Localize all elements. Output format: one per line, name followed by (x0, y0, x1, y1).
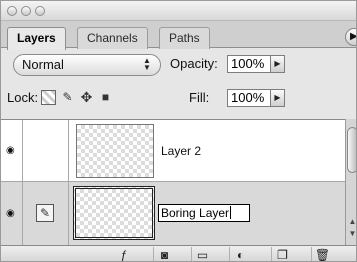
layer-name-input[interactable]: Boring Layer (158, 204, 250, 222)
lock-transparent-pixels-icon[interactable] (41, 90, 56, 105)
layers-list: ◉ Layer 2 ◉ ✎ Boring Layer (1, 119, 345, 246)
layer-mask-icon[interactable]: ◙ (153, 247, 175, 261)
new-layer-icon[interactable]: ❐ (271, 247, 293, 261)
scrollbar-thumb[interactable] (347, 127, 356, 173)
minimize-window-button[interactable] (21, 6, 31, 16)
panel-tabs: Layers Channels Paths ▶ (1, 21, 356, 50)
link-cell[interactable] (23, 120, 69, 181)
tab-paths[interactable]: Paths (159, 27, 210, 49)
opacity-slider-button[interactable]: ▶ (271, 55, 285, 73)
close-window-button[interactable] (7, 6, 17, 16)
lock-image-pixels-icon[interactable]: ✎ (60, 90, 75, 105)
select-arrows-icon: ▲ ▼ (143, 56, 151, 72)
layer-style-icon[interactable]: ƒ (113, 247, 135, 261)
layers-panel-window: Layers Channels Paths ▶ Normal ▲ ▼ Opacit… (0, 0, 357, 262)
layer-name-value: Boring Layer (161, 206, 230, 220)
blend-mode-value: Normal (22, 57, 64, 72)
layers-toolbar: ƒ ◙ ▭ ◐ ❐ 🗑 (1, 245, 356, 261)
layer-thumbnail[interactable] (73, 186, 155, 240)
lock-all-icon[interactable]: ■ (98, 90, 113, 105)
vertical-scrollbar[interactable]: ▲ ▼ (345, 119, 356, 245)
layer-thumbnail[interactable] (76, 124, 154, 178)
tab-channels[interactable]: Channels (77, 27, 148, 49)
blend-mode-select[interactable]: Normal ▲ ▼ (13, 54, 161, 76)
fill-slider-button[interactable]: ▶ (271, 89, 285, 107)
eye-icon: ◉ (6, 145, 15, 156)
scroll-up-icon[interactable]: ▲ (347, 217, 356, 227)
visibility-toggle[interactable]: ◉ (1, 182, 23, 245)
scroll-down-icon[interactable]: ▼ (347, 229, 356, 239)
title-bar (1, 1, 356, 21)
layer-name[interactable]: Layer 2 (161, 144, 201, 158)
tab-layers[interactable]: Layers (7, 27, 66, 50)
link-cell[interactable]: ✎ (23, 182, 69, 245)
text-caret (230, 206, 232, 219)
adjustment-layer-icon[interactable]: ◐ (229, 247, 251, 261)
layer-row[interactable]: ◉ Layer 2 (1, 120, 345, 182)
opacity-label: Opacity: (170, 56, 218, 71)
fill-label: Fill: (189, 90, 210, 105)
eye-icon: ◉ (6, 208, 15, 219)
zoom-window-button[interactable] (35, 6, 45, 16)
opacity-input[interactable]: 100% (227, 55, 271, 73)
panel-menu-button[interactable]: ▶ (345, 28, 356, 46)
lock-position-icon[interactable]: ✥ (79, 90, 94, 105)
paintbrush-icon: ✎ (36, 204, 54, 222)
fill-input[interactable]: 100% (227, 89, 271, 107)
visibility-toggle[interactable]: ◉ (1, 120, 23, 181)
layer-row-selected[interactable]: ◉ ✎ Boring Layer (1, 182, 345, 246)
trash-icon[interactable]: 🗑 (311, 247, 333, 261)
new-group-icon[interactable]: ▭ (191, 247, 213, 261)
lock-label: Lock: (7, 90, 39, 105)
